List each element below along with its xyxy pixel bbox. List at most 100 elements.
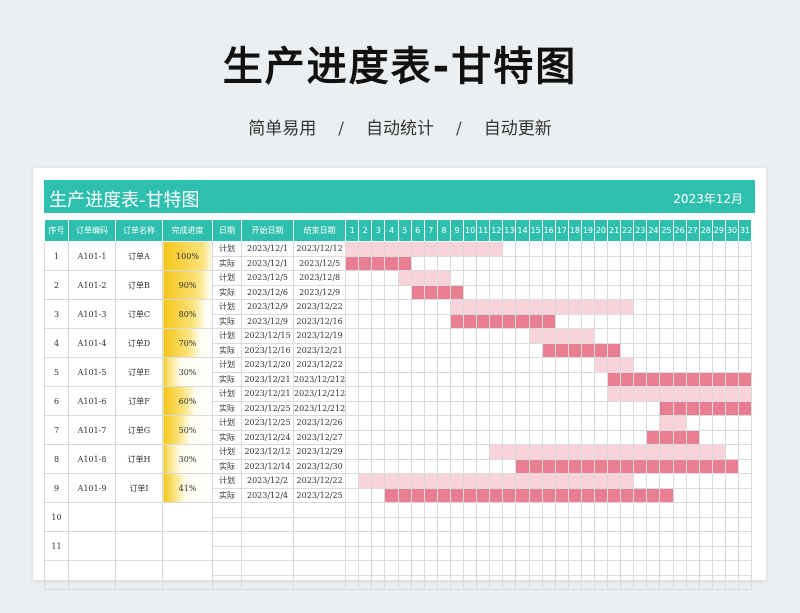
gantt-cell-actual (384, 516, 399, 532)
gantt-cell-plan (476, 502, 491, 518)
gantt-cell-plan (384, 560, 399, 576)
gantt-cell-actual (541, 545, 556, 561)
plan-start: 2023/12/2 (241, 473, 294, 489)
gantt-cell-actual (489, 342, 504, 358)
gantt-cell-actual (724, 545, 740, 561)
gantt-cell-plan (371, 531, 386, 547)
tag-auto-update: 自动更新 (483, 119, 552, 139)
gantt-cell-plan (397, 415, 412, 431)
gantt-cell-actual (384, 487, 399, 503)
gantt-cell-actual (345, 342, 360, 358)
gantt-cell-plan (358, 560, 373, 576)
gantt-cell-plan (672, 473, 687, 489)
gantt-cell-plan (580, 473, 595, 489)
gantt-cell-actual (698, 429, 713, 445)
gantt-cell-plan (489, 357, 504, 373)
actual-label: 实际 (212, 487, 242, 503)
gantt-cell-plan (698, 560, 713, 576)
table-row: 7 A101-7 订单G 50% 计划 2023/12/25 2023/12/26 (44, 415, 753, 445)
gantt-cell-plan (528, 560, 543, 576)
gantt-cell-actual (384, 574, 399, 590)
gantt-cell-actual (463, 574, 478, 590)
gantt-cell-plan (358, 531, 373, 547)
progress-cell: 70% (162, 328, 213, 358)
gantt-cell-actual (489, 545, 504, 561)
gantt-cell-actual (659, 284, 674, 300)
gantt-cell-plan (345, 241, 360, 257)
gantt-cell-actual (397, 516, 412, 532)
gantt-cell-actual (685, 371, 700, 387)
gantt-cell-actual (384, 429, 399, 445)
gantt-cell-plan (397, 473, 412, 489)
gantt-cell-plan (711, 386, 726, 402)
actual-label: 实际 (212, 255, 242, 271)
gantt-cell-actual (738, 400, 753, 416)
gantt-cell-plan (567, 502, 582, 518)
gantt-cell-actual (436, 429, 451, 445)
actual-start: 2023/12/4 (241, 487, 294, 503)
gantt-cell-actual (738, 313, 753, 329)
progress-cell: 60% (162, 386, 213, 416)
gantt-cell-plan (345, 270, 360, 286)
gantt-cell-actual (384, 284, 399, 300)
gantt-cell-plan (685, 299, 700, 315)
gantt-cell-plan (593, 299, 609, 315)
table-row (44, 560, 753, 590)
gantt-cell-actual (358, 516, 373, 532)
gantt-cell-plan (541, 473, 556, 489)
order-name: 订单I (115, 473, 163, 503)
gantt-cell-actual (410, 255, 425, 271)
gantt-cell-plan (620, 444, 635, 460)
gantt-cell-actual (397, 458, 412, 474)
gantt-cell-plan (607, 386, 622, 402)
gantt-cell-actual (384, 313, 399, 329)
order-code: A101-1 (68, 241, 116, 271)
gantt-cell-plan (515, 560, 530, 576)
gantt-cell-plan (515, 502, 530, 518)
gantt-cell-plan (698, 357, 713, 373)
table-row: 9 A101-9 订单I 41% 计划 2023/12/2 2023/12/22 (44, 473, 753, 503)
gantt-cell-plan (567, 560, 582, 576)
header-index: 序号 (44, 219, 69, 242)
gantt-cell-actual (423, 516, 438, 532)
gantt-cell-actual (397, 313, 412, 329)
order-code: A101-8 (68, 444, 116, 474)
gantt-cell-plan (476, 560, 491, 576)
gantt-cell-actual (449, 255, 465, 271)
gantt-cell-actual (541, 400, 556, 416)
gantt-cell-plan (724, 444, 740, 460)
gantt-cell-actual (358, 545, 373, 561)
gantt-cell-plan (580, 531, 595, 547)
gantt-cell-plan (672, 328, 687, 344)
gantt-cell-actual (620, 284, 635, 300)
gantt-cell-actual (358, 342, 373, 358)
gantt-cell-plan (449, 357, 465, 373)
plan-start (241, 502, 294, 518)
gantt-cell-plan (711, 299, 726, 315)
gantt-cell-actual (528, 574, 543, 590)
gantt-cell-plan (358, 241, 373, 257)
gantt-cell-plan (449, 502, 465, 518)
gantt-cell-plan (476, 241, 491, 257)
actual-end: 2023/12/27 (292, 429, 347, 445)
gantt-cell-actual (358, 400, 373, 416)
actual-label (212, 574, 242, 590)
gantt-cell-plan (371, 502, 386, 518)
gantt-cell-actual (620, 313, 635, 329)
gantt-cell-actual (567, 400, 582, 416)
gantt-cell-actual (659, 342, 674, 358)
gantt-cell-actual (345, 313, 360, 329)
gantt-cell-plan (528, 531, 543, 547)
plan-label: 计划 (212, 444, 242, 460)
gantt-cell-plan (685, 386, 700, 402)
gantt-cell-actual (358, 313, 373, 329)
gantt-cell-plan (436, 357, 451, 373)
gantt-cell-plan (371, 560, 386, 576)
gantt-cell-plan (580, 328, 595, 344)
gantt-cell-plan (423, 241, 438, 257)
gantt-cell-plan (515, 270, 530, 286)
gantt-cell-plan (620, 386, 635, 402)
gantt-cell-actual (633, 574, 648, 590)
gantt-cell-actual (554, 371, 569, 387)
gantt-cell-plan (554, 531, 569, 547)
